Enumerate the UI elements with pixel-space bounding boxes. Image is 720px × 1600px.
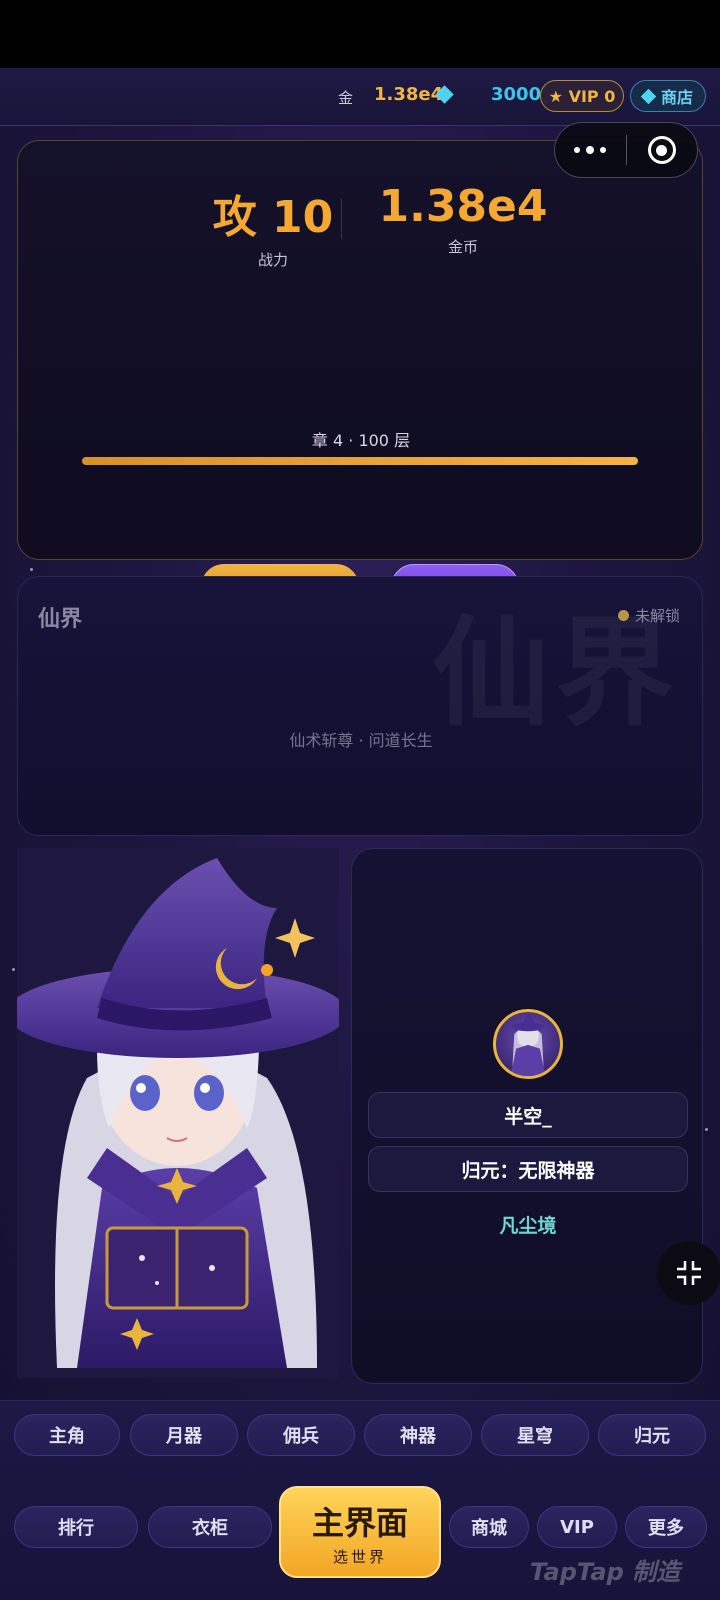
gold-value: 1.38e4 (374, 84, 444, 105)
collapse-icon (677, 1261, 701, 1285)
tab-artifact[interactable]: 神器 (364, 1414, 472, 1456)
tab-ranking[interactable]: 排行 (14, 1506, 138, 1548)
dot-icon (600, 147, 607, 153)
power-label: 战力 (257, 251, 288, 269)
power-stat: 攻 10 战力 (188, 181, 358, 270)
dot-icon (586, 146, 595, 154)
mini-program-capsule (554, 122, 698, 178)
chapter-progress-label: 章 4 · 100 层 (311, 431, 411, 450)
shop-button[interactable]: 商店 (630, 80, 706, 112)
tab-vip[interactable]: VIP (537, 1506, 617, 1548)
tab-wardrobe[interactable]: 衣柜 (148, 1506, 272, 1548)
realm-lock-status: 未解锁 (617, 605, 680, 626)
gold-amount-label: 金币 (447, 238, 478, 256)
tab-moon-artifact[interactable]: 月器 (130, 1414, 238, 1456)
game-screen: 金 1.38e4 3000 ★ VIP 0 商店 攻 10 战力 1.38e4 (0, 68, 720, 1600)
shop-label: 商店 (660, 88, 693, 107)
close-mini-program-button[interactable] (627, 123, 698, 177)
tab-mall[interactable]: 商城 (449, 1506, 529, 1548)
tab-guiyuan[interactable]: 归元 (598, 1414, 706, 1456)
gem-value: 3000 (491, 84, 542, 105)
target-icon (647, 136, 676, 164)
vip-label: ★ VIP 0 (548, 86, 616, 106)
player-info-panel: 半空_ 归元：无限神器 凡尘境 (351, 848, 703, 1384)
player-title: 归元：无限神器 (368, 1146, 688, 1192)
stat-divider (341, 199, 342, 239)
tab-mercenary[interactable]: 佣兵 (247, 1414, 355, 1456)
top-status-bar: 金 1.38e4 3000 ★ VIP 0 商店 (0, 68, 720, 126)
player-avatar[interactable] (493, 1009, 563, 1079)
realm-status-label: 未解锁 (634, 607, 680, 625)
vip-button[interactable]: ★ VIP 0 (540, 80, 624, 112)
chapter-progress-fill (82, 457, 638, 465)
gold-amount: 1.38e4 (378, 181, 548, 232)
gold-label: 金 (338, 89, 354, 107)
avatar-portrait-icon (510, 1012, 546, 1076)
lock-status-dot-icon (617, 610, 629, 621)
taptap-watermark: TapTap 制造 (530, 1558, 681, 1586)
battle-card: 攻 10 战力 1.38e4 金币 章 4 · 100 层 进入战场 ▶ 渡劫飞… (17, 140, 703, 610)
main-screen-subtitle: 选世界 (332, 1547, 387, 1566)
power-value: 攻 10 (212, 192, 334, 243)
cultivation-rank: 凡尘境 (499, 1215, 557, 1237)
realm-watermark: 仙界 (431, 604, 680, 742)
player-name: 半空_ (368, 1092, 688, 1138)
dot-icon (574, 147, 581, 153)
tab-more[interactable]: 更多 (625, 1506, 707, 1548)
collapse-fullscreen-button[interactable] (657, 1241, 720, 1305)
realm-title: 仙界 (38, 607, 83, 632)
immortal-realm-card[interactable]: 仙界 仙界 未解锁 仙术斩尊 · 问道长生 (17, 576, 703, 836)
realm-slogan: 仙术斩尊 · 问道长生 (289, 731, 433, 750)
tab-hero[interactable]: 主角 (14, 1414, 120, 1456)
more-menu-button[interactable] (555, 123, 626, 177)
witch-character-portrait (17, 848, 339, 1378)
main-screen-title: 主界面 (311, 1503, 408, 1542)
chapter-progress-bar (82, 457, 638, 465)
diamond-icon (640, 88, 657, 104)
tab-starry-sky[interactable]: 星穹 (481, 1414, 589, 1456)
gold-stat: 1.38e4 金币 (363, 181, 563, 257)
main-screen-button[interactable]: 主界面 选世界 (279, 1486, 441, 1578)
